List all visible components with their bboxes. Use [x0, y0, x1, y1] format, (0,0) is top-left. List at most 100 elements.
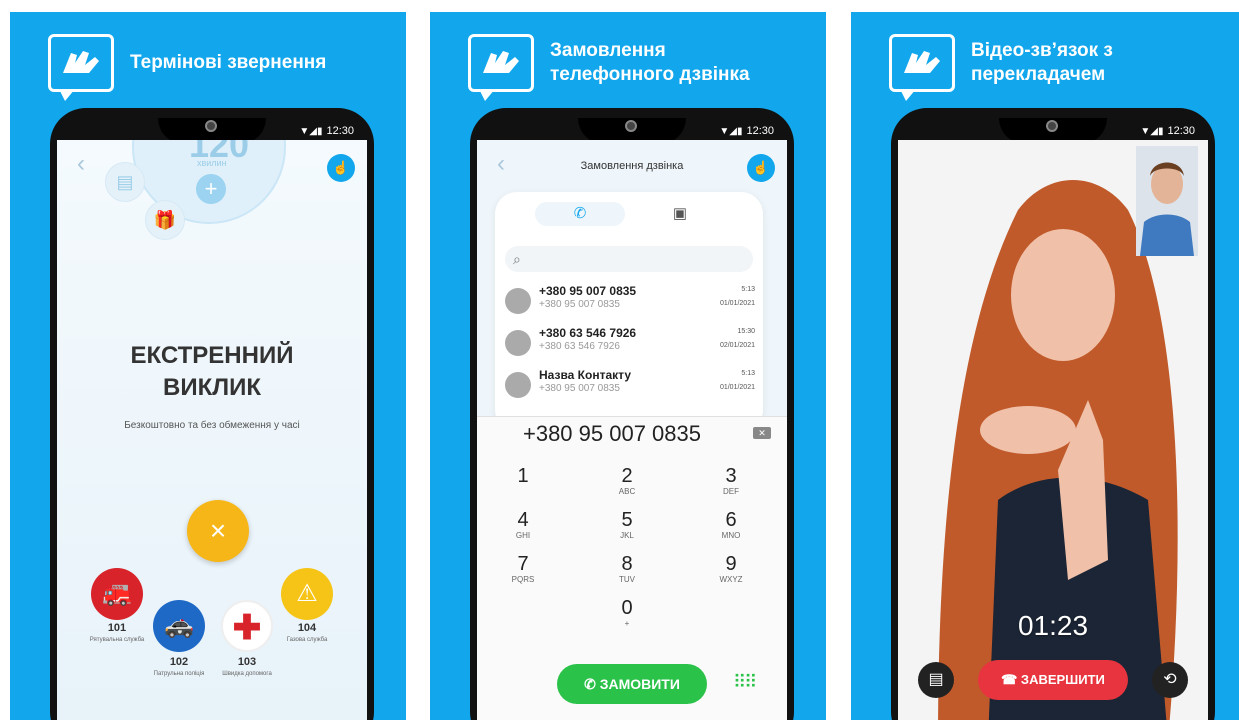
status-bar: ▼◢▮ 12:30 — [1140, 125, 1195, 137]
video-screen: 01:23 ▤ ☎ ЗАВЕРШИТИ ⟲ — [898, 140, 1208, 720]
camera-icon — [1046, 120, 1058, 132]
key-digit: 2 — [621, 465, 633, 487]
key-letters: ABC — [618, 487, 636, 496]
list-item[interactable]: +380 63 546 7926 +380 63 546 7926 15:30 … — [505, 326, 755, 366]
key-letters: PQRS — [511, 575, 535, 584]
back-chevron-icon[interactable]: ‹ — [77, 150, 85, 178]
key-digit: 5 — [621, 509, 633, 531]
camera-icon — [205, 120, 217, 132]
profile-badge-icon[interactable]: ☝ — [327, 154, 355, 182]
dial-key[interactable]: 3 DEF — [691, 465, 771, 496]
call-timer: 01:23 — [1017, 610, 1089, 641]
key-digit: 9 — [725, 553, 737, 575]
panel-call-order: Замовлення телефонного дзвінка ▼◢▮ 12:30… — [430, 12, 826, 720]
list-item[interactable]: Назва Контакту +380 95 007 0835 5:13 01/… — [505, 368, 755, 408]
order-call-label: ЗАМОВИТИ — [599, 676, 680, 692]
service-label: Рятувальна служба — [89, 637, 145, 643]
chat-icon[interactable]: ▤ — [918, 662, 954, 698]
contact-avatar-icon — [505, 288, 531, 314]
hangup-icon: ☎ — [1001, 672, 1021, 687]
service-label: Патрульна поліція — [153, 671, 205, 677]
key-letters: WXYZ — [719, 575, 743, 584]
service-label: Швидка допомога — [222, 671, 272, 677]
key-digit: 4 — [517, 509, 529, 531]
dial-key[interactable]: 9 WXYZ — [691, 553, 771, 584]
status-time: 12:30 — [326, 125, 354, 137]
profile-badge-icon[interactable]: ☝ — [747, 154, 775, 182]
panel2-title-line1: Замовлення — [550, 40, 666, 61]
dial-key[interactable]: 6 MNO — [691, 509, 771, 540]
close-button[interactable]: × — [187, 500, 249, 562]
dial-key[interactable]: 0 + — [587, 597, 667, 628]
sign-language-logo-icon — [48, 34, 114, 101]
panel1-header: Термінові звернення — [48, 34, 370, 101]
call-date: 01/01/2021 — [719, 384, 755, 391]
key-letters: GHI — [515, 531, 531, 540]
key-digit: 1 — [517, 465, 529, 487]
end-call-label: ЗАВЕРШИТИ — [1020, 672, 1105, 687]
dial-key[interactable]: 7 PQRS — [483, 553, 563, 584]
self-view-video[interactable] — [1136, 146, 1198, 256]
status-time: 12:30 — [746, 125, 774, 137]
order-call-button[interactable]: ✆ ЗАМОВИТИ — [557, 664, 707, 704]
sign-language-logo-icon — [468, 34, 534, 101]
panel2-header: Замовлення телефонного дзвінка — [468, 34, 790, 101]
dial-key[interactable]: 8 TUV — [587, 553, 667, 584]
contact-avatar-icon — [505, 330, 531, 356]
contact-number: +380 95 007 0835 — [539, 383, 620, 394]
search-input[interactable]: ⌕ — [505, 246, 753, 272]
tab-phone-icon[interactable]: ✆ — [535, 202, 625, 226]
warning-icon[interactable]: ⚠ — [281, 568, 333, 620]
wifi-signal-battery-icon: ▼◢▮ — [299, 125, 323, 137]
service-number: 102 — [169, 656, 189, 668]
medical-cross-icon[interactable]: ✚ — [221, 600, 273, 652]
end-call-button[interactable]: ☎ ЗАВЕРШИТИ — [978, 660, 1128, 700]
contact-avatar-icon — [505, 372, 531, 398]
contact-number: +380 95 007 0835 — [539, 299, 620, 310]
dialed-number: +380 95 007 0835 — [522, 421, 701, 446]
panel3-header: Відео-зв’язок з перекладачем — [889, 34, 1211, 101]
camera-icon — [625, 120, 637, 132]
panel2-title: Замовлення телефонного дзвінка — [550, 39, 790, 87]
backspace-icon[interactable]: ✕ — [753, 427, 771, 439]
document-icon[interactable]: ▤ — [105, 162, 145, 202]
dial-key[interactable]: 4 GHI — [483, 509, 563, 540]
contact-name: Назва Контакту — [539, 368, 631, 382]
tab-contacts-icon[interactable]: ▣ — [635, 202, 725, 226]
key-letters: DEF — [723, 487, 739, 496]
key-digit: 7 — [517, 553, 529, 575]
key-letters: MNO — [721, 531, 741, 540]
panel-video-call: Відео-зв’язок з перекладачем ▼◢▮ 12:30 0… — [851, 12, 1239, 720]
list-item[interactable]: +380 95 007 0835 +380 95 007 0835 5:13 0… — [505, 284, 755, 324]
add-minutes-button[interactable]: + — [196, 174, 226, 204]
panel-emergency: Термінові звернення ▼◢▮ 12:30 120 хвилин… — [10, 12, 406, 720]
switch-camera-icon[interactable]: ⟲ — [1152, 662, 1188, 698]
fire-truck-icon[interactable]: 🚒 — [91, 568, 143, 620]
key-letters: + — [624, 619, 630, 628]
phone-icon: ✆ — [584, 676, 600, 692]
sign-language-logo-icon — [889, 34, 955, 101]
key-digit: 3 — [725, 465, 737, 487]
dial-key[interactable]: 1 — [483, 465, 563, 487]
emergency-title-line1: ЕКСТРЕННИЙ — [130, 342, 294, 369]
minutes-label: хвилин — [197, 158, 227, 168]
service-number: 104 — [297, 622, 317, 634]
phone-frame: ▼◢▮ 12:30 ‹ Замовлення дзвінка ☝ ✆ ▣ ⌕ +… — [470, 108, 794, 720]
service-number: 103 — [237, 656, 257, 668]
call-time: 15:30 — [737, 328, 755, 335]
police-car-icon[interactable]: 🚓 — [153, 600, 205, 652]
key-digit: 8 — [621, 553, 633, 575]
dial-key[interactable]: 2 ABC — [587, 465, 667, 496]
call-time: 5:13 — [741, 286, 755, 293]
call-history-card: ✆ ▣ ⌕ +380 95 007 0835 +380 95 007 0835 … — [495, 192, 763, 432]
gift-icon[interactable]: 🎁 — [145, 200, 185, 240]
status-bar: ▼◢▮ 12:30 — [299, 125, 354, 137]
panel1-title: Термінові звернення — [130, 52, 327, 73]
contact-name: +380 95 007 0835 — [539, 284, 637, 298]
panel3-title: Відео-зв’язок з перекладачем — [971, 39, 1211, 87]
dial-key[interactable]: 5 JKL — [587, 509, 667, 540]
self-view-image — [1136, 146, 1198, 256]
service-label: Газова служба — [286, 637, 328, 643]
dialpad-toggle-icon[interactable]: ⠿⠿ — [733, 672, 757, 693]
service-number: 101 — [107, 622, 127, 634]
